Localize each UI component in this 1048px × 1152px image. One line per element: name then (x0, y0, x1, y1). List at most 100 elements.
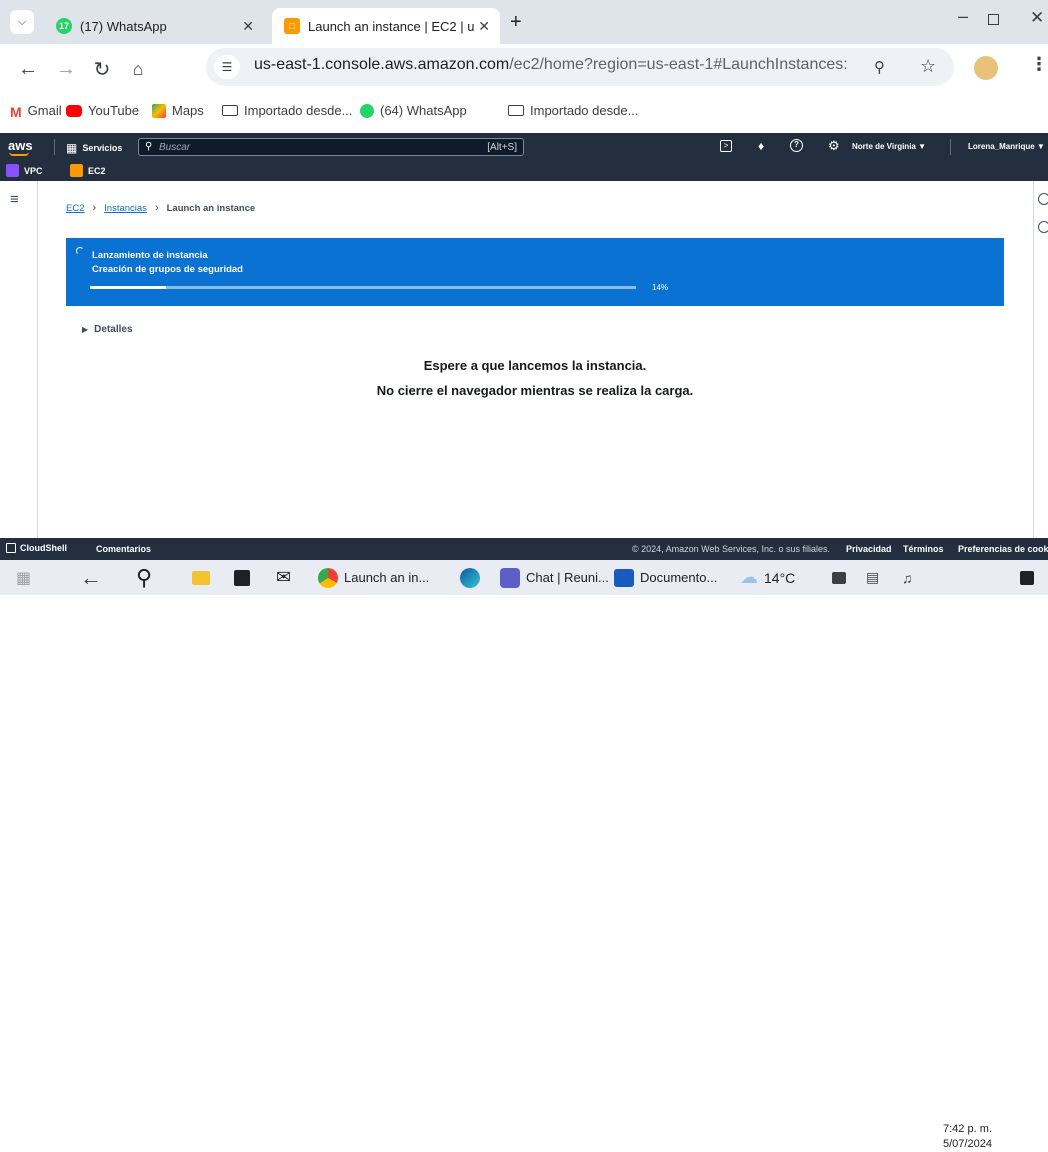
nav-divider (950, 139, 951, 155)
bookmark-folder-2[interactable]: Importado desde... (508, 103, 638, 118)
taskbar-app-word[interactable]: Documento... (614, 560, 717, 595)
url-text[interactable]: us-east-1.console.aws.amazon.com/ec2/hom… (254, 56, 848, 74)
account-menu[interactable]: Lorena_Manrique ▼ (968, 142, 1045, 151)
terms-link[interactable]: Términos (903, 544, 944, 554)
notifications-icon[interactable] (1020, 560, 1034, 595)
maximize-button[interactable] (988, 14, 999, 25)
search-placeholder: Buscar (159, 142, 191, 153)
teams-icon (500, 567, 520, 588)
clock[interactable]: 7:42 p. m. 5/07/2024 (943, 1122, 992, 1152)
cloudy-weather-icon: ☁ (740, 567, 758, 587)
favorite-vpc[interactable]: VPC (6, 164, 43, 177)
bookmark-folder-1[interactable]: Importado desde... (222, 103, 352, 118)
youtube-icon (66, 104, 82, 117)
word-icon (614, 568, 634, 587)
help-icon[interactable]: ? (790, 139, 803, 152)
bookmark-label: Importado desde... (530, 103, 639, 118)
bookmark-label: (64) WhatsApp (380, 103, 467, 118)
aws-top-nav: aws ▦ Servicios ⚲ Buscar [Alt+S] > ♦ ? ⚙… (0, 133, 1048, 161)
profile-avatar[interactable] (972, 54, 1000, 82)
home-button[interactable]: ⌂ (124, 55, 152, 83)
tab-search-button[interactable]: ⌵ (10, 10, 34, 34)
back-button[interactable]: ← (14, 55, 42, 83)
volume-icon[interactable]: ♫ (902, 560, 913, 595)
clock-date: 5/07/2024 (943, 1138, 992, 1150)
launch-progress-banner: Lanzamiento de instancia Creación de gru… (66, 238, 1004, 306)
store-icon[interactable] (234, 560, 250, 595)
tray-app-icon[interactable] (832, 560, 846, 595)
widgets-icon[interactable]: ▦ (16, 560, 31, 595)
search-shortcut: [Alt+S] (487, 142, 517, 153)
mail-icon[interactable]: ✉ (276, 560, 291, 595)
wifi-icon[interactable]: ▤ (866, 560, 879, 595)
aws-favorites-bar: VPC EC2 (0, 161, 1048, 181)
feedback-link[interactable]: Comentarios (96, 544, 151, 554)
forward-button[interactable]: → (52, 55, 80, 83)
breadcrumb-current: Launch an instance (166, 202, 256, 214)
gmail-icon: M (10, 103, 22, 120)
chevron-right-icon: › (92, 202, 97, 214)
taskbar-app-chrome[interactable]: Launch an in... (318, 560, 429, 595)
hamburger-menu-icon[interactable]: ≡ (10, 191, 19, 208)
cloudshell-button[interactable]: CloudShell (6, 543, 67, 553)
minimize-button[interactable]: – (958, 6, 968, 27)
bookmark-youtube[interactable]: YouTube (66, 103, 139, 118)
breadcrumb-link-instances[interactable]: Instancias (104, 203, 147, 214)
privacy-link[interactable]: Privacidad (846, 544, 892, 554)
folder-icon (508, 105, 524, 116)
url-host: us-east-1.console.aws.amazon.com (254, 56, 510, 73)
aws-footer: CloudShell Comentarios © 2024, Amazon We… (0, 538, 1048, 560)
new-tab-button[interactable]: + (510, 11, 522, 34)
zoom-icon[interactable]: ⚲ (874, 58, 885, 76)
maps-icon (152, 103, 166, 118)
site-info-icon[interactable]: ☰ (214, 55, 240, 79)
bookmark-maps[interactable]: Maps (152, 103, 204, 118)
bookmark-label: Maps (172, 103, 204, 118)
url-path: /ec2/home?region=us-east-1#LaunchInstanc… (509, 56, 848, 73)
clock-icon[interactable] (1038, 221, 1048, 233)
back-arrow-icon[interactable]: ← (80, 560, 102, 595)
aws-search-box[interactable]: ⚲ Buscar [Alt+S] (138, 138, 524, 156)
services-label: Servicios (82, 143, 123, 153)
breadcrumb-link-ec2[interactable]: EC2 (66, 203, 84, 214)
tab-label: (17) WhatsApp (80, 18, 167, 34)
settings-gear-icon[interactable]: ⚙ (828, 138, 840, 154)
bookmark-whatsapp[interactable]: (64) WhatsApp (360, 103, 467, 118)
services-menu[interactable]: ▦ Servicios (66, 141, 122, 155)
file-explorer-icon[interactable] (192, 560, 210, 595)
ec2-icon: □ (284, 18, 300, 34)
bookmark-label: Importado desde... (244, 103, 353, 118)
grid-icon: ▦ (66, 141, 78, 155)
progress-percent: 14% (652, 283, 669, 292)
info-icon[interactable] (1038, 193, 1048, 205)
browser-tab-strip: ⌵ 17 (17) WhatsApp ✕ □ Launch an instanc… (0, 0, 1048, 44)
details-expander[interactable]: ▶ Detalles (82, 324, 133, 335)
taskbar-app-label: Launch an in... (344, 570, 430, 585)
favorite-ec2[interactable]: EC2 (70, 164, 106, 177)
banner-subtitle: Creación de grupos de seguridad (92, 264, 243, 275)
weather-widget[interactable]: ☁ 14°C (740, 560, 795, 595)
taskbar-app-label: Documento... (640, 570, 718, 585)
menu-icon[interactable]: ⋮ (1030, 54, 1048, 75)
close-tab-icon[interactable]: ✕ (478, 18, 490, 35)
bookmark-star-icon[interactable]: ☆ (920, 56, 936, 77)
bookmark-gmail[interactable]: M Gmail (10, 103, 62, 120)
close-tab-icon[interactable]: ✕ (242, 18, 254, 35)
tab-launch-instance[interactable]: □ Launch an instance | EC2 | us ✕ (272, 8, 500, 44)
notifications-bell-icon[interactable]: ♦ (758, 139, 764, 153)
aws-logo[interactable]: aws (8, 138, 33, 153)
vpc-icon (6, 164, 19, 177)
region-selector[interactable]: Norte de Virginia ▼ (852, 142, 926, 151)
edge-icon[interactable] (460, 560, 480, 595)
taskbar-app-teams[interactable]: Chat | Reuni... (500, 560, 609, 595)
cloudshell-label: CloudShell (20, 543, 67, 553)
cloudshell-icon[interactable]: > (720, 140, 732, 152)
tab-whatsapp[interactable]: 17 (17) WhatsApp ✕ (46, 8, 264, 44)
favorite-label: EC2 (88, 165, 106, 176)
cookie-preferences-link[interactable]: Preferencias de cookies (958, 544, 1048, 554)
search-icon[interactable]: ⚲ (136, 560, 152, 595)
close-window-button[interactable]: ✕ (1030, 8, 1044, 28)
temperature: 14°C (764, 569, 796, 586)
chevron-right-icon: › (154, 202, 159, 214)
reload-button[interactable]: ↻ (88, 55, 116, 83)
